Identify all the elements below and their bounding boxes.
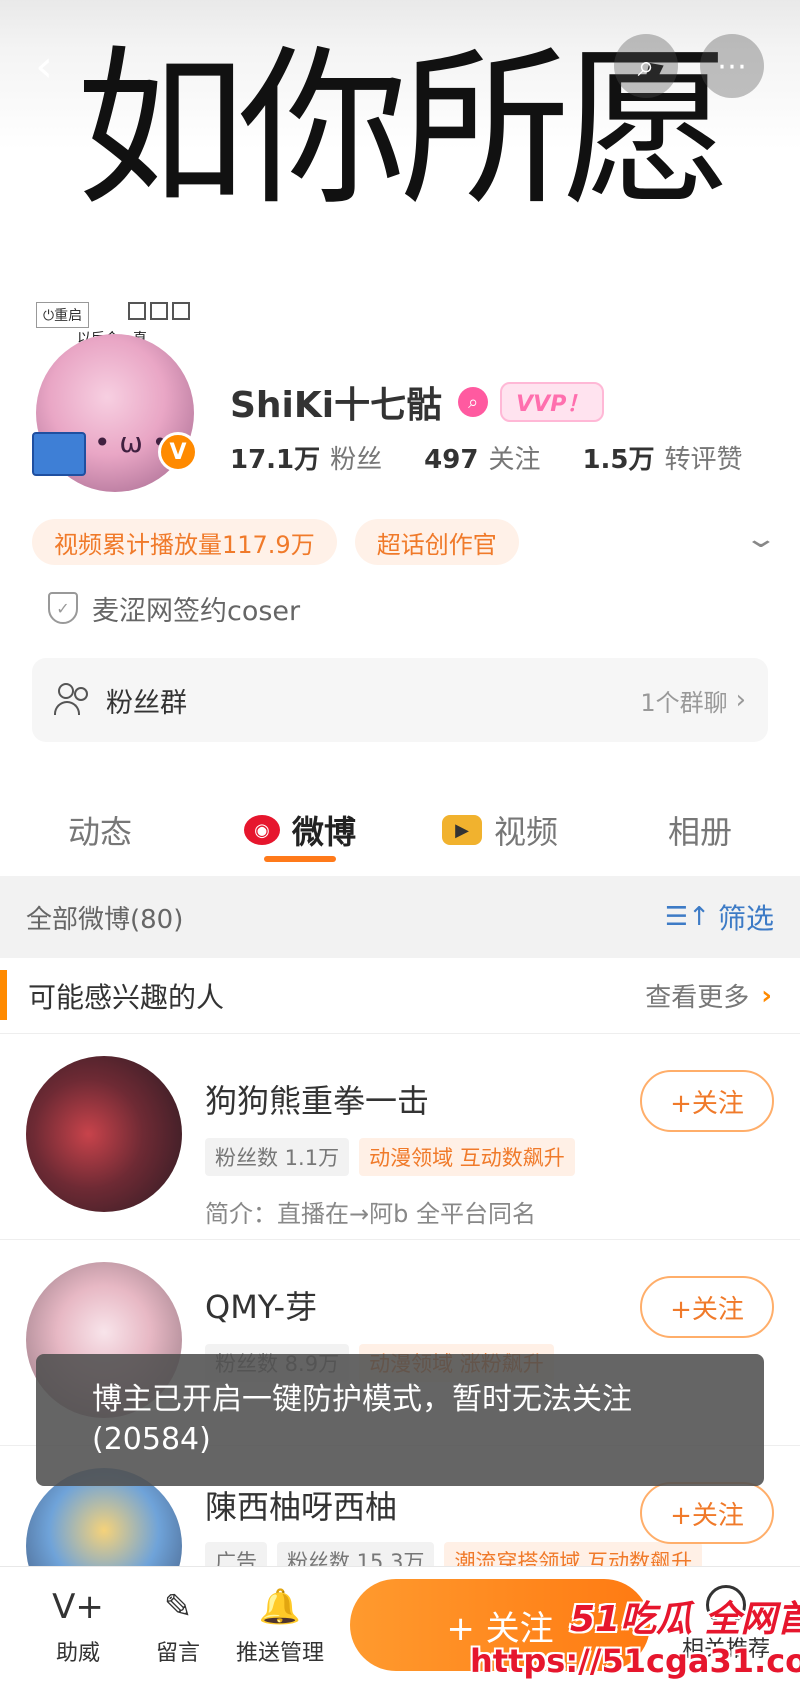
tab-video[interactable]: ▶ 视频 <box>400 790 600 870</box>
weibo-icon: ◉ <box>243 815 280 845</box>
related-label: 相关推荐 <box>681 1637 770 1662</box>
verification-row: ✓ 麦涩网签约coser <box>48 588 300 628</box>
follow-main-button[interactable]: + 关注 <box>350 1579 650 1671</box>
post-count: 全部微博(80) <box>26 904 184 935</box>
filter-bar: 全部微博(80) ☰↑ 筛选 <box>0 876 800 958</box>
tag-supertopic[interactable]: 超话创作官 <box>354 519 519 565</box>
tab-label: 视频 <box>493 813 558 851</box>
follow-button[interactable]: +关注 <box>640 1482 774 1544</box>
toast-message: 博主已开启一键防护模式，暂时无法关注(20584) <box>36 1354 764 1486</box>
tab-label: 相册 <box>667 813 732 851</box>
chevron-right-icon[interactable]: › <box>761 981 772 1011</box>
user-bio: 简介：直播在→阿b 全平台同名 <box>205 1200 536 1228</box>
domain-tag: 动漫领域 互动数飙升 <box>359 1138 575 1176</box>
profile-banner: 如你所愿 ‹ ⌕ ⋯ <box>0 0 800 250</box>
tab-feed[interactable]: 动态 <box>0 790 200 870</box>
cheer-button[interactable]: V+ 助威 <box>28 1585 128 1667</box>
fan-group-count: 1个群聊 <box>640 688 728 717</box>
tab-weibo[interactable]: ◉ 微博 <box>200 790 400 870</box>
list-item[interactable]: 狗狗熊重拳一击 粉丝数 1.1万 动漫领域 互动数飙升 简介：直播在→阿b 全平… <box>0 1034 800 1240</box>
vip-badge[interactable]: VVP！ <box>500 382 605 422</box>
verification-text: 麦涩网签约coser <box>92 595 301 627</box>
search-icon[interactable]: ⌕ <box>614 34 678 98</box>
filter-label: 筛选 <box>717 902 774 935</box>
section-accent <box>0 970 7 1020</box>
user-tags: 粉丝数 1.1万 动漫领域 互动数飙升 <box>205 1138 585 1176</box>
fan-group-label: 粉丝群 <box>106 687 187 719</box>
follower-count-tag: 粉丝数 1.1万 <box>205 1138 350 1176</box>
avatar[interactable] <box>26 1056 182 1212</box>
tab-album[interactable]: 相册 <box>600 790 800 870</box>
avatar[interactable]: ⏻重启 以后会一直 • ω • V <box>30 290 200 492</box>
window-icon <box>150 302 168 320</box>
message-button[interactable]: ✎ 留言 <box>128 1585 228 1667</box>
superfan-icon[interactable]: ⌕ <box>458 387 489 417</box>
bottom-action-bar: V+ 助威 ✎ 留言 🔔 推送管理 + 关注 ︿ 相关推荐 <box>0 1566 800 1687</box>
suggested-user-name[interactable]: 狗狗熊重拳一击 <box>205 1076 429 1122</box>
user-name: ShiKi十七骷 <box>230 385 443 426</box>
avatar-restart-label: ⏻重启 <box>36 302 90 328</box>
close-icon <box>172 302 190 320</box>
stat-following[interactable]: 497 关注 <box>424 439 540 476</box>
chevron-down-icon[interactable]: ⌄ <box>744 524 779 554</box>
stats-row: 17.1万 粉丝 497 关注 1.5万 转评赞 <box>230 435 790 479</box>
suggested-user-name[interactable]: 陳西柚呀西柚 <box>205 1482 397 1528</box>
video-icon: ▶ <box>441 815 482 845</box>
back-icon[interactable]: ‹ <box>22 38 66 94</box>
bell-icon: 🔔 <box>258 1587 302 1627</box>
stat-label: 关注 <box>488 444 541 475</box>
name-row: ShiKi十七骷 ⌕ VVP！ <box>230 375 605 429</box>
follow-button[interactable]: +关注 <box>640 1070 774 1132</box>
folder-icon <box>32 432 86 476</box>
related-recommend-button[interactable]: ︿ 相关推荐 <box>656 1585 796 1663</box>
shield-icon: ✓ <box>48 592 78 624</box>
fan-group-card[interactable]: 粉丝群 1个群聊 › <box>32 658 768 742</box>
push-settings-button[interactable]: 🔔 推送管理 <box>230 1585 330 1667</box>
push-settings-label: 推送管理 <box>235 1641 324 1666</box>
stat-number: 497 <box>424 444 479 475</box>
window-icon <box>128 302 146 320</box>
stat-followers[interactable]: 17.1万 粉丝 <box>230 439 382 476</box>
stat-label: 粉丝 <box>330 444 383 475</box>
chevron-right-icon: › <box>735 685 746 715</box>
suggestions-header: 可能感兴趣的人 查看更多 › <box>0 958 800 1034</box>
message-label: 留言 <box>155 1641 200 1666</box>
suggested-user-name[interactable]: QMY-芽 <box>205 1282 317 1328</box>
chevron-up-icon: ︿ <box>706 1585 746 1625</box>
filter-icon: ☰↑ <box>664 902 710 932</box>
profile-page: 如你所愿 ‹ ⌕ ⋯ ⏻重启 以后会一直 • ω • V ShiKi十七骷 ⌕ … <box>0 0 800 1687</box>
filter-button[interactable]: ☰↑ 筛选 <box>665 897 774 937</box>
stat-number: 17.1万 <box>230 444 321 475</box>
group-icon <box>54 683 92 717</box>
stat-number: 1.5万 <box>582 444 655 475</box>
tag-play-count[interactable]: 视频累计播放量117.9万 <box>32 519 337 565</box>
follow-button[interactable]: +关注 <box>640 1276 774 1338</box>
message-icon: ✎ <box>163 1587 193 1627</box>
tab-label: 动态 <box>67 813 132 851</box>
cheer-label: 助威 <box>55 1641 100 1666</box>
profile-tags: 视频累计播放量117.9万 超话创作官 ⌄ <box>32 518 779 566</box>
verified-badge-icon: V <box>158 432 198 472</box>
stat-interactions[interactable]: 1.5万 转评赞 <box>582 439 742 476</box>
profile-tabs: 动态 ◉ 微博 ▶ 视频 相册 <box>0 790 800 870</box>
cheer-icon: V+ <box>52 1587 104 1627</box>
stat-label: 转评赞 <box>664 444 743 475</box>
tab-label: 微博 <box>291 813 356 851</box>
see-more-link[interactable]: 查看更多 <box>645 977 749 1014</box>
banner-text: 如你所愿 <box>75 31 732 229</box>
tab-active-indicator <box>264 856 336 862</box>
suggestions-title: 可能感兴趣的人 <box>28 980 225 1014</box>
more-icon[interactable]: ⋯ <box>700 34 764 98</box>
